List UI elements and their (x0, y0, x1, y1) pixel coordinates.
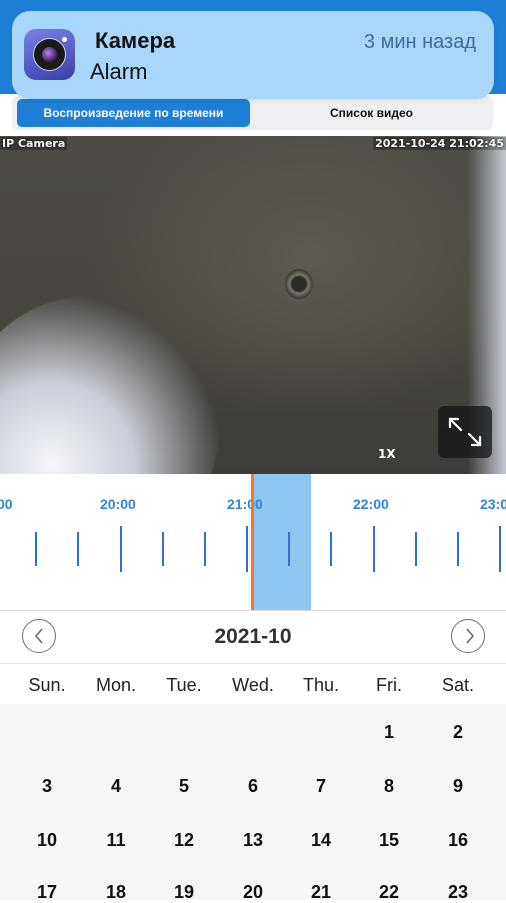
timeline-label: 22:00 (353, 496, 389, 512)
weekday-row: Sun. Mon. Tue. Wed. Thu. Fri. Sat. (0, 664, 506, 704)
timeline-tick (330, 532, 332, 566)
timeline-tick (457, 532, 459, 566)
calendar-header: 2021-10 (0, 611, 506, 664)
calendar-day[interactable]: 16 (424, 830, 492, 851)
calendar-day[interactable]: 13 (219, 830, 287, 851)
weekday-label: Wed. (232, 675, 274, 695)
timeline-tick (246, 526, 248, 572)
calendar-day[interactable]: 14 (287, 830, 355, 851)
expand-icon (448, 417, 482, 447)
ceiling-fixture (285, 269, 313, 299)
notification-message: Alarm (90, 59, 148, 84)
calendar-day[interactable]: 4 (82, 776, 150, 797)
playback-mode-tabs: Воспроизведение по времени Список видео (12, 96, 493, 130)
weekday-label: Sat. (441, 675, 475, 695)
calendar-day[interactable]: 6 (219, 776, 287, 797)
timeline-tick (373, 526, 375, 572)
timeline-label: 23:0 (480, 496, 506, 512)
video-timestamp: 2021-10-24 21:02:45 (373, 137, 506, 150)
timeline-tick (35, 532, 37, 566)
zoom-level: 1X (378, 447, 396, 461)
weekday-label: Tue. (166, 675, 202, 695)
calendar-day[interactable]: 10 (13, 830, 81, 851)
recording-segment (252, 474, 311, 610)
calendar-grid: 1 2 3 4 5 6 7 8 9 10 11 12 13 14 15 16 1… (0, 704, 506, 902)
timeline-tick (204, 532, 206, 566)
calendar-day[interactable]: 11 (82, 830, 150, 851)
next-month-button[interactable] (451, 619, 485, 653)
camera-app-icon (24, 29, 75, 80)
weekday-label: Sun. (28, 675, 66, 695)
tab-time-playback[interactable]: Воспроизведение по времени (17, 99, 250, 127)
timeline-tick (415, 532, 417, 566)
notification-banner[interactable]: Камера Alarm 3 мин назад (12, 11, 494, 99)
calendar-day[interactable]: 8 (355, 776, 423, 797)
weekday-label: Fri. (376, 675, 402, 695)
timeline-tick (288, 532, 290, 566)
timeline-label: 00 (0, 496, 13, 512)
timeline-tick (499, 526, 501, 572)
calendar-month: 2021-10 (214, 625, 292, 648)
calendar-day[interactable]: 5 (150, 776, 218, 797)
calendar-day[interactable]: 12 (150, 830, 218, 851)
tab-video-list[interactable]: Список видео (255, 99, 488, 127)
chevron-right-icon (466, 628, 475, 644)
calendar-day[interactable]: 1 (355, 722, 423, 743)
weekday-label: Mon. (95, 675, 137, 695)
camera-label: IP Camera (0, 137, 68, 150)
calendar-day[interactable]: 9 (424, 776, 492, 797)
timeline-tick (120, 526, 122, 572)
notification-app-name: Камера (95, 28, 176, 53)
playhead[interactable] (251, 474, 254, 610)
calendar-day[interactable]: 2 (424, 722, 492, 743)
timeline-scrubber[interactable]: 00 20:00 21:00 22:00 23:0 (0, 474, 506, 611)
calendar-day[interactable]: 15 (355, 830, 423, 851)
fullscreen-button[interactable] (438, 406, 492, 458)
timeline-tick (162, 532, 164, 566)
timeline-label: 20:00 (100, 496, 136, 512)
timeline-tick (77, 532, 79, 566)
video-player[interactable]: IP Camera 2021-10-24 21:02:45 1X (0, 136, 506, 474)
timeline-label: 21:00 (227, 496, 263, 512)
calendar-day[interactable]: 3 (13, 776, 81, 797)
weekday-label: Thu. (302, 675, 340, 695)
notification-time: 3 мин назад (363, 31, 476, 53)
calendar-day[interactable]: 7 (287, 776, 355, 797)
